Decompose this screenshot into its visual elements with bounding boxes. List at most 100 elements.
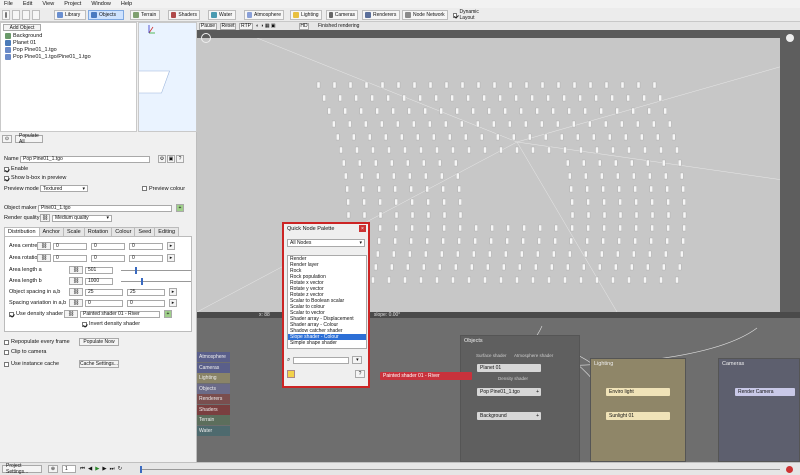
tab-colour[interactable]: Colour [111,227,136,236]
clip-row[interactable]: Clip to camera [4,349,46,355]
tree-item[interactable]: Pop Pine01_1.tgo [5,47,57,53]
cache-settings-button[interactable]: Cache Settings... [79,360,119,368]
planet-node[interactable]: Planet 01 [477,364,541,372]
preview-colour-checkbox[interactable] [142,186,147,191]
step-forward-icon[interactable]: ▶ [102,466,106,473]
area-length-a-field[interactable]: 501 [85,266,113,274]
area-rotation-y[interactable]: 0 [91,254,125,262]
lightbulb-icon[interactable] [287,370,295,378]
cameras-group[interactable]: Cameras [718,358,800,462]
tab-editing[interactable]: Editing [154,227,180,236]
node-category-shaders[interactable]: Shaders [197,404,230,415]
lighting-group[interactable]: Lighting [590,358,686,462]
tree-item[interactable]: Planet 01 [5,40,36,46]
palette-list[interactable]: Render Render layer Rock Rock population Rot… [287,255,367,349]
render-camera-node[interactable]: Render Camera [735,388,795,396]
help-icon[interactable]: ? [176,155,184,163]
tab-rotation[interactable]: Rotation [83,227,113,236]
tab-terrain[interactable]: Terrain [130,10,160,20]
add-node-icon[interactable]: + [176,204,184,212]
variation-a-field[interactable]: 0 [85,299,123,307]
link-icon[interactable]: ⛓ [64,310,78,318]
populate-all-button[interactable]: Populate All [15,133,43,145]
vector-icon[interactable]: ▸ [169,288,177,296]
spacing-b-field[interactable]: 25 [127,288,165,296]
palette-item[interactable]: Simple shape shader [288,340,366,346]
render-icon[interactable]: ⊕ [48,465,58,473]
link-icon[interactable]: ⛓ [69,299,83,307]
tab-library[interactable]: Library [54,10,86,20]
pop-node[interactable]: Pop Pine01_1.tgo + [477,388,541,396]
tab-scale[interactable]: Scale [62,227,85,236]
clip-to-camera-checkbox[interactable] [4,349,9,355]
painted-shader-node[interactable]: Painted shader 01 - River [380,372,472,380]
tab-anchor[interactable]: Anchor [38,227,64,236]
enviro-light-node[interactable]: Enviro light [606,388,670,396]
settings-icon[interactable]: ⚙ [158,155,166,163]
frame-field[interactable]: 1 [62,465,76,473]
area-centre-x[interactable]: 0 [53,242,87,250]
add-node-icon[interactable]: + [164,310,172,318]
invert-density-row[interactable]: Invert density shader [82,321,140,327]
show-bbox-checkbox[interactable] [4,175,9,181]
vector-icon[interactable]: ▸ [169,299,177,307]
save-icon[interactable] [22,10,30,20]
skip-start-icon[interactable]: ⏮ [80,466,85,473]
new-file-icon[interactable] [2,10,10,20]
tab-water[interactable]: Water [208,10,236,20]
area-rotation-z[interactable]: 0 [129,254,163,262]
link-icon[interactable]: ⛓ [69,288,83,296]
tab-cameras[interactable]: Cameras [326,10,358,20]
enable-checkbox[interactable] [4,166,9,172]
tab-seed[interactable]: Seed [134,227,156,236]
render-options-icon[interactable]: ◐ ◑ ▦ ▣ [256,23,296,29]
sunlight-node[interactable]: Sunlight 01 [606,412,670,420]
node-category-renderers[interactable]: Renderers [197,394,230,404]
zoom-fit-icon[interactable]: ⊙ [2,134,12,143]
name-field[interactable]: Pop Pine01_1.tgo [20,155,150,163]
close-icon[interactable]: × [359,225,366,232]
add-object-button[interactable]: Add Object [3,24,41,31]
render-quality-select[interactable]: Medium quality ▾ [52,214,112,222]
area-length-b-slider[interactable] [121,277,191,285]
step-back-icon[interactable]: ◀ [88,466,92,473]
tab-node-network[interactable]: Node Network [402,10,448,20]
open-folder-icon[interactable] [12,10,20,20]
compass-icon[interactable] [201,33,211,43]
link-icon[interactable]: ⛓ [40,214,50,222]
spacing-a-field[interactable]: 25 [85,288,123,296]
node-category-cameras[interactable]: Cameras [197,362,230,373]
hd-button[interactable]: HD [299,22,309,30]
tab-renderers[interactable]: Renderers [362,10,400,20]
menu-view[interactable]: View [42,1,54,7]
node-category-terrain[interactable]: Terrain [197,415,230,425]
menu-help[interactable]: Help [121,1,132,7]
loop-icon[interactable]: ↻ [118,466,123,473]
project-settings-button[interactable]: Project Settings... [2,463,42,475]
menu-file[interactable]: File [4,1,13,7]
invert-density-checkbox[interactable] [82,321,87,327]
instance-cache-checkbox[interactable] [4,361,9,367]
preview-mode-select[interactable]: Textured ▾ [40,185,88,192]
density-shader-field[interactable]: Painted shader 01 - River [80,310,160,318]
link-icon[interactable]: ⛓ [69,266,83,274]
tab-shaders[interactable]: Shaders [168,10,200,20]
vector-icon[interactable]: ▸ [167,242,175,250]
reset-button[interactable]: Reset [220,22,236,30]
area-centre-y[interactable]: 0 [91,242,125,250]
use-density-checkbox[interactable] [9,311,14,317]
node-category-lighting[interactable]: Lighting [197,373,230,383]
palette-filter-select[interactable]: All Nodes ▾ [287,239,365,247]
area-centre-z[interactable]: 0 [129,242,163,250]
link-icon[interactable]: ⛓ [37,254,51,262]
repopulate-checkbox[interactable] [4,339,9,345]
dynamic-layout-toggle[interactable]: Dynamic Layout [450,9,492,21]
pause-button[interactable]: Pause [199,22,217,30]
tab-objects[interactable]: Objects [88,10,124,20]
link-icon[interactable]: ⛓ [37,242,51,250]
tree-item[interactable]: Pop Pine01_1.tgo/Pine01_1.tgo [5,54,91,60]
tab-distribution[interactable]: Distribution [4,227,40,236]
area-length-b-field[interactable]: 1000 [85,277,113,285]
area-length-a-slider[interactable] [121,266,191,274]
tab-lighting[interactable]: Lighting [290,10,322,20]
